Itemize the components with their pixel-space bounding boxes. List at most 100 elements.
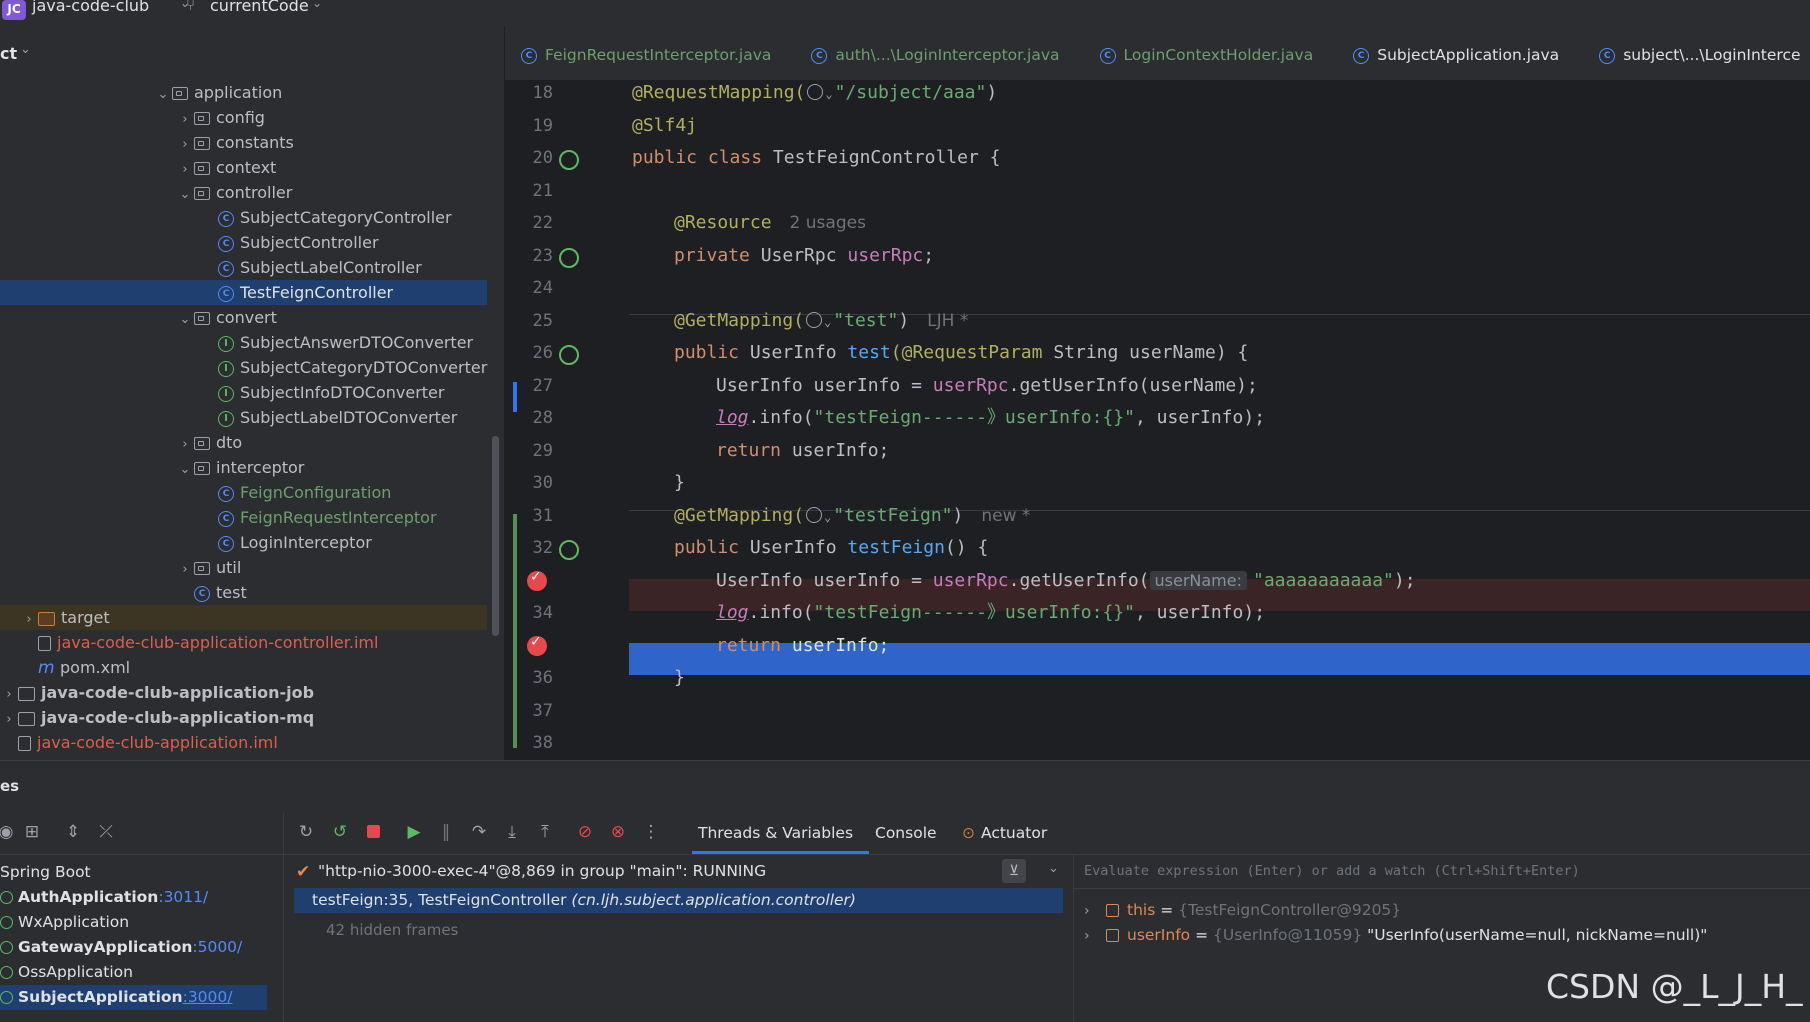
services-list[interactable]: Spring Boot AuthApplication:3011/WxApplic… bbox=[0, 855, 284, 1022]
tree-item[interactable]: C FeignRequestInterceptor bbox=[200, 505, 437, 530]
spring-endpoint-icon[interactable] bbox=[559, 345, 579, 365]
service-port-link[interactable]: :3000/ bbox=[183, 988, 233, 1006]
chevron-down-icon[interactable]: ⌄ bbox=[1048, 861, 1059, 876]
tree-item[interactable]: › dto bbox=[176, 430, 242, 455]
tree-item[interactable]: java-code-club-application.iml bbox=[0, 730, 278, 755]
more-options-icon[interactable]: ⋮ bbox=[641, 822, 661, 842]
chevron-right-icon[interactable]: › bbox=[176, 107, 194, 132]
globe-icon[interactable]: ⌄ bbox=[807, 82, 833, 103]
tree-item[interactable]: › java-code-club-application-job bbox=[0, 680, 314, 705]
chevron-down-icon[interactable]: ⌄ bbox=[176, 457, 194, 482]
chevron-right-icon[interactable]: › bbox=[176, 132, 194, 157]
chevron-right-icon[interactable]: › bbox=[176, 157, 194, 182]
breakpoint-icon[interactable] bbox=[527, 569, 547, 591]
branch-selector[interactable]: currentCode bbox=[210, 0, 309, 15]
add-service-icon[interactable]: ⊞ bbox=[22, 822, 42, 842]
chevron-right-icon[interactable]: › bbox=[176, 432, 194, 457]
tree-item[interactable]: ⌄ application bbox=[154, 80, 283, 107]
project-selector[interactable]: java-code-club bbox=[32, 0, 149, 15]
tree-scrollbar[interactable] bbox=[492, 436, 499, 636]
tree-item[interactable]: I SubjectCategoryDTOConverter bbox=[200, 355, 487, 380]
evaluate-expression-input[interactable]: Evaluate expression (Enter) or add a wat… bbox=[1074, 855, 1810, 889]
spring-endpoint-icon[interactable] bbox=[559, 540, 579, 560]
chevron-right-icon[interactable]: › bbox=[1084, 924, 1100, 949]
editor-tab[interactable]: Csubject\...\LoginInterce bbox=[1581, 26, 1810, 80]
thread-selector[interactable]: "http-nio-3000-exec-4"@8,869 in group "m… bbox=[318, 862, 766, 880]
variable-row[interactable]: › userInfo = {UserInfo@11059} "UserInfo(u… bbox=[1074, 923, 1707, 948]
project-panel-title[interactable]: ct bbox=[0, 44, 17, 63]
tree-item[interactable]: › util bbox=[176, 555, 241, 580]
editor-tab[interactable]: Cauth\...\LoginInterceptor.java bbox=[793, 26, 1081, 80]
code-editor[interactable]: @RequestMapping(⌄ "/subject/aaa") @Slf4j pu… bbox=[629, 80, 1810, 760]
pause-icon[interactable]: ‖ bbox=[436, 822, 456, 842]
tree-item[interactable]: C LoginInterceptor bbox=[200, 530, 372, 555]
frame-row[interactable]: testFeign:35, TestFeignController (cn.lj… bbox=[294, 888, 1063, 913]
view-breakpoints-icon[interactable]: ⊘ bbox=[575, 822, 595, 842]
tree-item[interactable]: m pom.xml bbox=[20, 655, 130, 680]
debug-tab[interactable]: Threads & Variables bbox=[692, 812, 870, 854]
editor-tab[interactable]: C FeignRequestInterceptor.java bbox=[505, 26, 793, 80]
service-port-link[interactable]: :5000/ bbox=[192, 938, 242, 956]
stop-icon[interactable] bbox=[363, 822, 383, 842]
chevron-right-icon[interactable]: › bbox=[0, 707, 18, 732]
variable-row[interactable]: › this = {TestFeignController@9205} bbox=[1074, 898, 1401, 923]
tree-item[interactable]: java-code-club-application-controller.im… bbox=[20, 630, 378, 655]
breakpoint-icon[interactable] bbox=[527, 634, 547, 656]
tree-item[interactable]: I SubjectLabelDTOConverter bbox=[200, 405, 457, 430]
chevron-right-icon[interactable]: › bbox=[1084, 899, 1100, 924]
tree-item[interactable]: I SubjectInfoDTOConverter bbox=[200, 380, 444, 405]
service-item[interactable]: WxApplication bbox=[0, 910, 129, 935]
service-item[interactable]: OssApplication bbox=[0, 960, 133, 985]
debug-tab[interactable]: Console bbox=[875, 812, 937, 854]
service-port-link[interactable]: :3011/ bbox=[158, 888, 208, 906]
editor-gutter[interactable]: 18 19 20 21 22 23 24 25 26 27 28 29 30 31 32 34 36 37 38 bbox=[505, 80, 630, 760]
tree-item[interactable]: C TestFeignController bbox=[200, 280, 393, 305]
tree-item[interactable]: › config bbox=[176, 105, 265, 130]
project-badge[interactable]: JC bbox=[2, 0, 26, 20]
restart-icon[interactable]: ↺ bbox=[330, 822, 350, 842]
tree-item[interactable]: › java-code-club-application-mq bbox=[0, 705, 314, 730]
globe-icon[interactable]: ⌄ bbox=[806, 310, 831, 331]
debug-tab[interactable]: ⊙ Actuator bbox=[962, 812, 1047, 854]
resume-icon[interactable]: ▶ bbox=[404, 822, 424, 842]
chevron-right-icon[interactable]: › bbox=[176, 557, 194, 582]
tree-item[interactable]: C SubjectCategoryController bbox=[200, 205, 452, 230]
tree-item[interactable]: ⌄ convert bbox=[176, 305, 277, 330]
tree-item[interactable]: C FeignConfiguration bbox=[200, 480, 391, 505]
collapse-all-icon[interactable]: ⤫ bbox=[96, 822, 116, 842]
tree-item[interactable]: › target bbox=[20, 605, 109, 632]
mute-breakpoints-icon[interactable]: ⊗ bbox=[608, 822, 628, 842]
tree-item[interactable]: I SubjectAnswerDTOConverter bbox=[200, 330, 473, 355]
globe-icon[interactable]: ⌄ bbox=[806, 505, 831, 526]
step-out-icon[interactable]: ⤒ bbox=[535, 822, 555, 842]
tree-item[interactable]: ⌄ controller bbox=[176, 180, 293, 207]
step-into-icon[interactable]: ⤓ bbox=[502, 822, 522, 842]
service-item[interactable]: AuthApplication:3011/ bbox=[0, 885, 208, 910]
filter-icon[interactable]: ⊻ bbox=[1002, 859, 1026, 883]
chevron-down-icon[interactable]: ⌄ bbox=[20, 42, 31, 57]
service-item[interactable]: GatewayApplication:5000/ bbox=[0, 935, 242, 960]
chevron-down-icon[interactable]: ⌄ bbox=[176, 307, 194, 332]
step-over-icon[interactable]: ↷ bbox=[469, 822, 489, 842]
tree-item[interactable]: C SubjectController bbox=[200, 230, 379, 255]
chevron-down-icon[interactable]: ⌄ bbox=[176, 182, 194, 207]
editor-tab[interactable]: C LoginContextHolder.java bbox=[1082, 26, 1336, 80]
chevron-down-icon[interactable]: ⌄ bbox=[154, 82, 172, 107]
tree-item[interactable]: Ctest bbox=[176, 580, 247, 605]
service-item[interactable]: Spring Boot bbox=[0, 860, 91, 885]
project-tree[interactable]: ⌄ application › config › constants › context ⌄ co… bbox=[0, 80, 505, 760]
hidden-frames-label[interactable]: 42 hidden frames bbox=[326, 921, 458, 939]
chevron-right-icon[interactable]: › bbox=[0, 682, 18, 707]
spring-bean-icon[interactable] bbox=[559, 150, 579, 170]
tree-item[interactable]: › context bbox=[176, 155, 276, 180]
tree-item[interactable]: ⌄ interceptor bbox=[176, 455, 305, 482]
eye-icon[interactable]: ◉ bbox=[0, 822, 16, 842]
tree-item[interactable]: › constants bbox=[176, 130, 294, 155]
chevron-right-icon[interactable]: › bbox=[20, 607, 38, 632]
rerun-icon[interactable]: ↻ bbox=[296, 822, 316, 842]
expand-all-icon[interactable]: ⇕ bbox=[63, 822, 83, 842]
service-item[interactable]: SubjectApplication:3000/ bbox=[0, 985, 232, 1010]
spring-inject-icon[interactable] bbox=[559, 247, 579, 268]
tree-item[interactable]: C SubjectLabelController bbox=[200, 255, 422, 280]
editor-tab[interactable]: C SubjectApplication.java bbox=[1335, 26, 1581, 80]
